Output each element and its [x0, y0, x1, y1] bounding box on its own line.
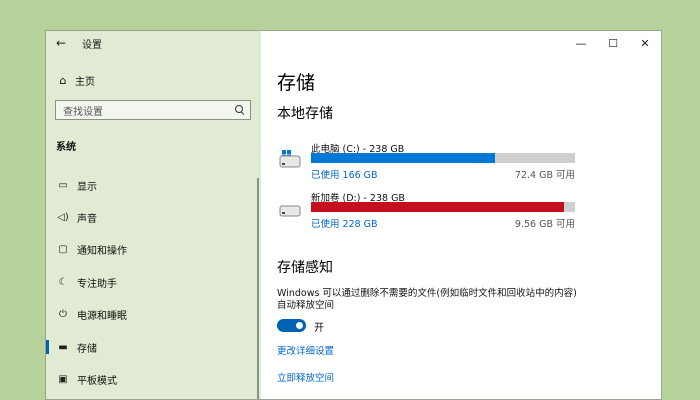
sidebar-item-power[interactable]: ⏻ 电源和睡眠	[46, 299, 261, 331]
titlebar-left: ← 设置	[46, 31, 261, 55]
page-title: 存储	[277, 72, 316, 94]
search-placeholder: 查找设置	[63, 106, 103, 118]
storage-sense-description: Windows 可以通过删除不需要的文件(例如临时文件和回收站中的内容)自动释放…	[277, 288, 577, 311]
moon-icon: ☾	[58, 276, 68, 288]
sidebar-item-tablet-mode[interactable]: ▣ 平板模式	[46, 363, 261, 395]
section-title: 系统	[56, 142, 76, 153]
drive-c-free: 72.4 GB 可用	[514, 170, 575, 181]
sidebar-item-display[interactable]: ▭ 显示	[46, 169, 261, 201]
local-storage-title: 本地存储	[277, 106, 333, 122]
sidebar-item-sound[interactable]: ◁) 声音	[46, 201, 261, 233]
toggle-state-label: 开	[314, 323, 324, 334]
drive-d-usage-fill	[311, 202, 565, 212]
drive-c[interactable]: 此电脑 (C:) - 238 GB 已使用 166 GB 72.4 GB 可用	[279, 141, 575, 181]
sidebar: ← 设置 ⌂ 主页 查找设置 系统 ▭ 显示 ◁) 声音 ▢ 通知和操作 ☾ 专…	[46, 31, 261, 399]
drive-d-usage-bar	[311, 202, 575, 212]
home-label: 主页	[75, 76, 95, 88]
windows-drive-icon	[279, 150, 301, 168]
window-controls: — ☐ ✕	[565, 31, 661, 55]
app-title: 设置	[82, 39, 102, 51]
sidebar-item-label: 电源和睡眠	[77, 311, 127, 323]
sidebar-item-label: 存储	[77, 343, 97, 355]
drive-icon	[279, 205, 301, 217]
tablet-icon: ▣	[58, 374, 68, 386]
change-settings-link[interactable]: 更改详细设置	[277, 343, 334, 357]
sidebar-item-label: 声音	[77, 214, 97, 226]
back-arrow-icon[interactable]: ←	[48, 31, 74, 55]
home-item[interactable]: ⌂ 主页	[46, 68, 261, 92]
drive-c-usage-fill	[311, 153, 495, 163]
desktop: ← 设置 ⌂ 主页 查找设置 系统 ▭ 显示 ◁) 声音 ▢ 通知和操作 ☾ 专…	[0, 0, 700, 400]
drive-c-used: 已使用 166 GB	[311, 170, 378, 181]
drive-d-used: 已使用 228 GB	[311, 219, 378, 230]
sidebar-nav: ▭ 显示 ◁) 声音 ▢ 通知和操作 ☾ 专注助手 ⏻ 电源和睡眠 ▬ 存储 ▣…	[46, 169, 261, 396]
storage-sense-title: 存储感知	[277, 260, 333, 276]
close-icon[interactable]: ✕	[629, 31, 661, 55]
settings-window: ← 设置 ⌂ 主页 查找设置 系统 ▭ 显示 ◁) 声音 ▢ 通知和操作 ☾ 专…	[45, 30, 662, 400]
storage-icon: ▬	[58, 341, 68, 353]
sidebar-item-label: 通知和操作	[77, 246, 127, 258]
search-icon[interactable]	[235, 105, 245, 115]
drive-d-free: 9.56 GB 可用	[514, 219, 575, 230]
drive-d[interactable]: 新加卷 (D:) - 238 GB 已使用 228 GB 9.56 GB 可用	[279, 190, 575, 230]
notification-icon: ▢	[58, 244, 68, 256]
home-icon: ⌂	[59, 73, 67, 87]
minimize-icon[interactable]: —	[565, 31, 597, 55]
sidebar-item-label: 显示	[77, 181, 97, 193]
free-up-space-link[interactable]: 立即释放空间	[277, 370, 334, 384]
toggle-knob	[296, 322, 303, 329]
speaker-icon: ◁)	[57, 212, 69, 224]
sidebar-item-focus-assist[interactable]: ☾ 专注助手	[46, 266, 261, 298]
maximize-icon[interactable]: ☐	[597, 31, 629, 55]
sidebar-item-label: 专注助手	[77, 278, 117, 290]
storage-sense-toggle[interactable]	[277, 319, 306, 332]
sidebar-item-label: 平板模式	[77, 376, 117, 388]
display-icon: ▭	[58, 179, 68, 191]
sidebar-item-storage[interactable]: ▬ 存储	[46, 331, 261, 363]
drive-c-usage-bar	[311, 153, 575, 163]
main-content: — ☐ ✕ 存储 本地存储 此电脑 (C:) - 238 GB 已使用 166 …	[261, 31, 661, 399]
sidebar-item-notifications[interactable]: ▢ 通知和操作	[46, 234, 261, 266]
power-icon: ⏻	[59, 309, 67, 321]
search-input[interactable]: 查找设置	[55, 100, 251, 120]
sidebar-scrollbar[interactable]	[257, 178, 259, 399]
